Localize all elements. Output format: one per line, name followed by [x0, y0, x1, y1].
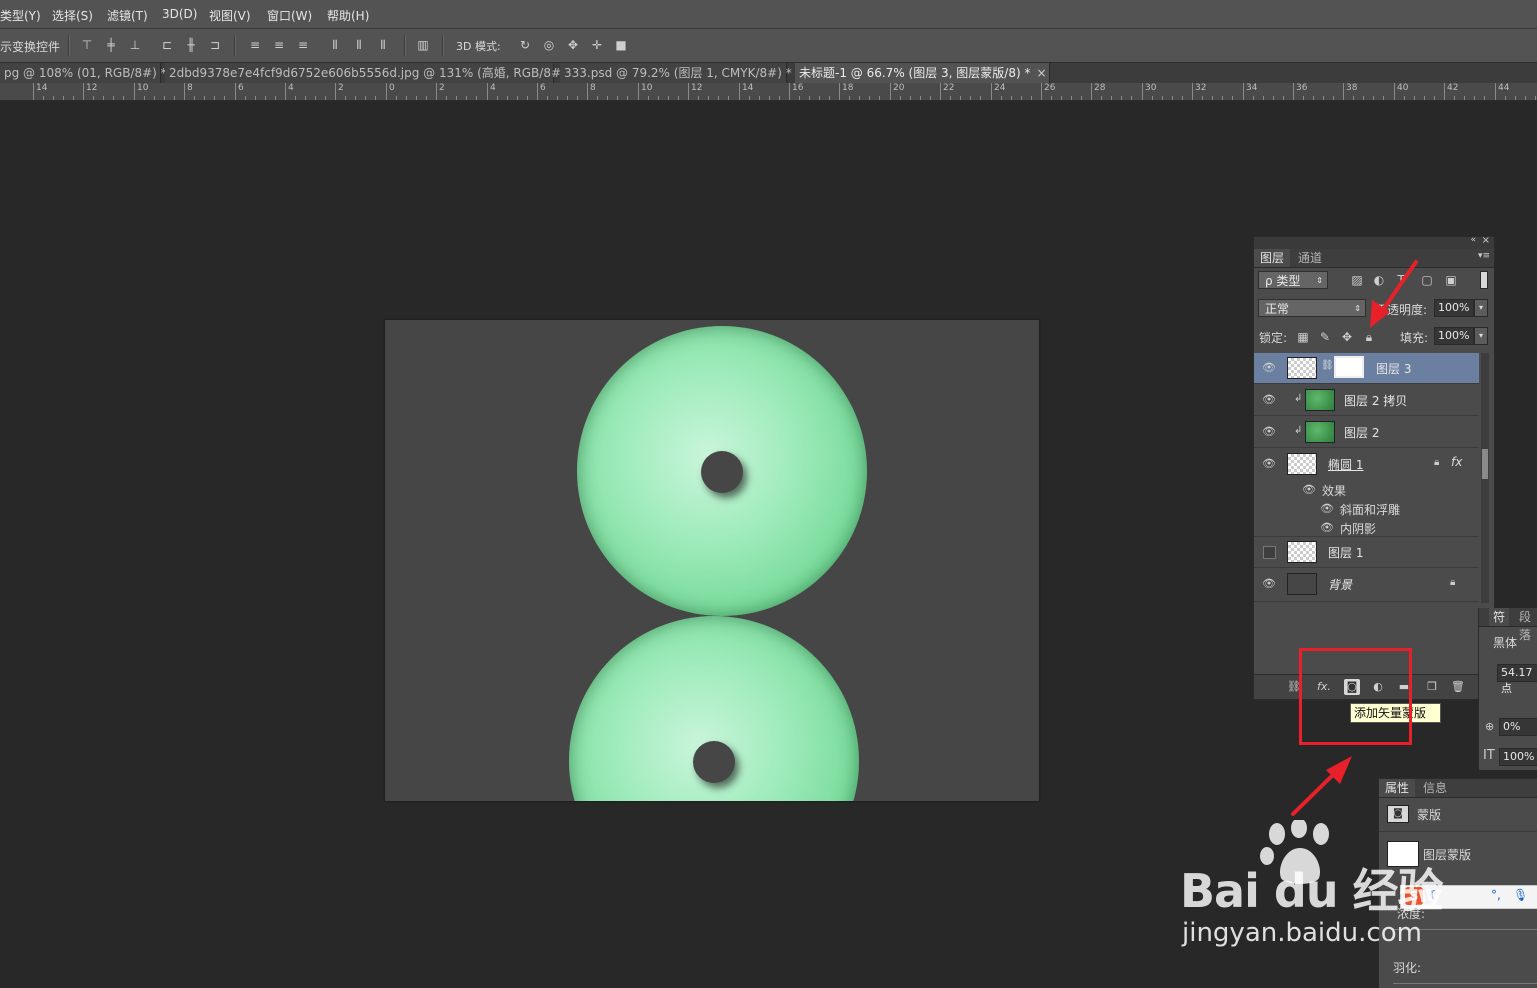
baidu-jingyan-logo: Bai du 经验	[1180, 864, 1444, 918]
arrow-to-lock-icon	[1378, 260, 1418, 316]
watermark-url: jingyan.baidu.com	[1182, 918, 1422, 948]
ime-punct-icon[interactable]: °,	[1491, 888, 1501, 902]
ime-mic-icon[interactable]: 🎙︎	[1513, 888, 1528, 902]
